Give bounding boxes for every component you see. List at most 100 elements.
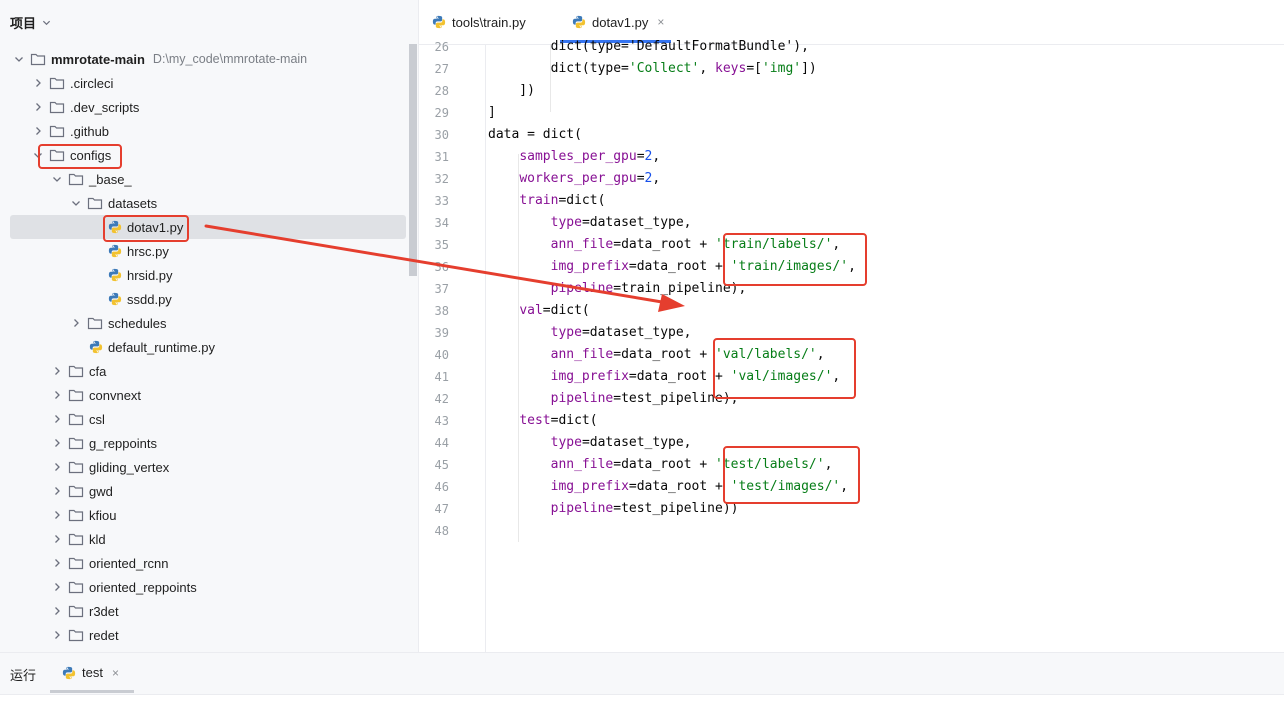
annotation-box-dotav1 — [103, 215, 189, 242]
chevron-right-icon[interactable] — [31, 76, 45, 90]
chevron-right-icon[interactable] — [31, 100, 45, 114]
folder-icon — [64, 484, 84, 498]
annotation-box-test-paths — [723, 446, 860, 504]
tree-item-github[interactable]: .github — [10, 119, 406, 143]
code-token: 'img' — [761, 61, 802, 76]
project-panel-header[interactable]: 项目 — [0, 0, 418, 44]
code-token: ] — [488, 105, 496, 120]
code-token: ann_file — [550, 347, 614, 362]
chevron-right-icon[interactable] — [50, 628, 64, 642]
chevron-right-icon[interactable] — [31, 124, 45, 138]
chevron-right-icon[interactable] — [50, 556, 64, 570]
chevron-right-icon[interactable] — [50, 388, 64, 402]
chevron-right-icon[interactable] — [50, 532, 64, 546]
project-scrollbar-thumb[interactable] — [409, 44, 417, 276]
line-number: 37 — [434, 282, 449, 296]
code-text: train=dict( — [488, 190, 605, 212]
tree-item-convnext[interactable]: convnext — [10, 383, 406, 407]
chevron-right-icon[interactable] — [50, 364, 64, 378]
chevron-down-icon[interactable] — [69, 196, 83, 210]
code-line[interactable]: 26 dict(type='DefaultFormatBundle'), — [419, 36, 1284, 58]
chevron-right-icon[interactable] — [50, 508, 64, 522]
tree-item-r3det[interactable]: r3det — [10, 599, 406, 623]
code-token: train — [519, 193, 559, 208]
tree-item-g-reppoints[interactable]: g_reppoints — [10, 431, 406, 455]
close-icon[interactable]: × — [112, 666, 119, 680]
chevron-right-icon[interactable] — [50, 604, 64, 618]
close-icon[interactable]: × — [657, 15, 664, 29]
tree-item-datasets[interactable]: datasets — [10, 191, 406, 215]
tree-item-gliding-vertex[interactable]: gliding_vertex — [10, 455, 406, 479]
code-token: dict(type='DefaultFormatBundle'), — [488, 39, 809, 54]
editor: tools\train.py dotav1.py × 26 dict(type=… — [419, 0, 1284, 652]
chevron-down-icon[interactable] — [50, 172, 64, 186]
code-line[interactable]: 28 ]) — [419, 80, 1284, 102]
code-token: workers_per_gpu — [519, 171, 637, 186]
code-line[interactable]: 29] — [419, 102, 1284, 124]
line-number: 47 — [434, 502, 449, 516]
line-number: 28 — [434, 84, 449, 98]
code-line[interactable]: 34 type=dataset_type, — [419, 212, 1284, 234]
chevron-down-icon[interactable] — [12, 52, 26, 66]
line-number: 36 — [434, 260, 449, 274]
code-line[interactable]: 48 — [419, 520, 1284, 542]
chevron-down-icon[interactable] — [42, 18, 51, 27]
tree-item-oriented-reppoints[interactable]: oriented_reppoints — [10, 575, 406, 599]
chevron-right-icon[interactable] — [50, 412, 64, 426]
tree-item-label: .dev_scripts — [70, 99, 140, 115]
python-file-icon — [108, 244, 122, 258]
project-path: D:\my_code\mmrotate-main — [152, 52, 308, 66]
tree-item-cfa[interactable]: cfa — [10, 359, 406, 383]
chevron-right-icon[interactable] — [50, 580, 64, 594]
tree-item-mmrotate-main[interactable]: mmrotate-main D:\my_code\mmrotate-main — [10, 47, 406, 71]
tree-item-hrsc-py[interactable]: hrsc.py — [10, 239, 406, 263]
folder-icon — [64, 460, 84, 474]
tab-label: dotav1.py — [592, 14, 649, 30]
folder-icon — [64, 556, 84, 570]
tree-item-kld[interactable]: kld — [10, 527, 406, 551]
code-text: pipeline=test_pipeline)) — [488, 498, 739, 520]
line-number: 40 — [434, 348, 449, 362]
chevron-right-icon[interactable] — [50, 460, 64, 474]
tree-item-circleci[interactable]: .circleci — [10, 71, 406, 95]
code-text: dict(type='DefaultFormatBundle'), — [488, 36, 809, 58]
chevron-right-icon[interactable] — [69, 316, 83, 330]
code-text: test=dict( — [488, 410, 597, 432]
code-text: samples_per_gpu=2, — [488, 146, 660, 168]
code-line[interactable]: 30 data = dict( — [419, 124, 1284, 146]
code-line[interactable]: 27 dict(type='Collect', keys=['img']) — [419, 58, 1284, 80]
run-title: 运行 — [10, 668, 37, 683]
folder-icon — [64, 172, 84, 186]
folder-icon — [64, 364, 84, 378]
tree-item-oriented-rcnn[interactable]: oriented_rcnn — [10, 551, 406, 575]
tree-item-base[interactable]: _base_ — [10, 167, 406, 191]
chevron-right-icon[interactable] — [50, 436, 64, 450]
code-line[interactable]: 38 val=dict( — [419, 300, 1284, 322]
tree-item-dotav1-py[interactable]: dotav1.py — [10, 215, 406, 239]
tree-item-hrsid-py[interactable]: hrsid.py — [10, 263, 406, 287]
code-text: workers_per_gpu=2, — [488, 168, 660, 190]
tree-item-gwd[interactable]: gwd — [10, 479, 406, 503]
tree-item-kfiou[interactable]: kfiou — [10, 503, 406, 527]
tree-item-csl[interactable]: csl — [10, 407, 406, 431]
tree-item-ssdd-py[interactable]: ssdd.py — [10, 287, 406, 311]
folder-icon — [83, 196, 103, 210]
code-token: ]) — [801, 61, 817, 76]
tree-item-default-runtime-py[interactable]: default_runtime.py — [10, 335, 406, 359]
tree-item-redet[interactable]: redet — [10, 623, 406, 647]
code-line[interactable]: 32 workers_per_gpu=2, — [419, 168, 1284, 190]
line-number: 45 — [434, 458, 449, 472]
run-tab-test[interactable]: test × — [62, 665, 119, 680]
code-line[interactable]: 31 samples_per_gpu=2, — [419, 146, 1284, 168]
code-line[interactable]: 33 train=dict( — [419, 190, 1284, 212]
chevron-right-icon[interactable] — [50, 484, 64, 498]
tree-item-dev-scripts[interactable]: .dev_scripts — [10, 95, 406, 119]
folder-icon — [45, 100, 65, 114]
line-number: 43 — [434, 414, 449, 428]
code-line[interactable]: 43 test=dict( — [419, 410, 1284, 432]
code-token: pipeline — [550, 501, 614, 516]
tree-item-schedules[interactable]: schedules — [10, 311, 406, 335]
